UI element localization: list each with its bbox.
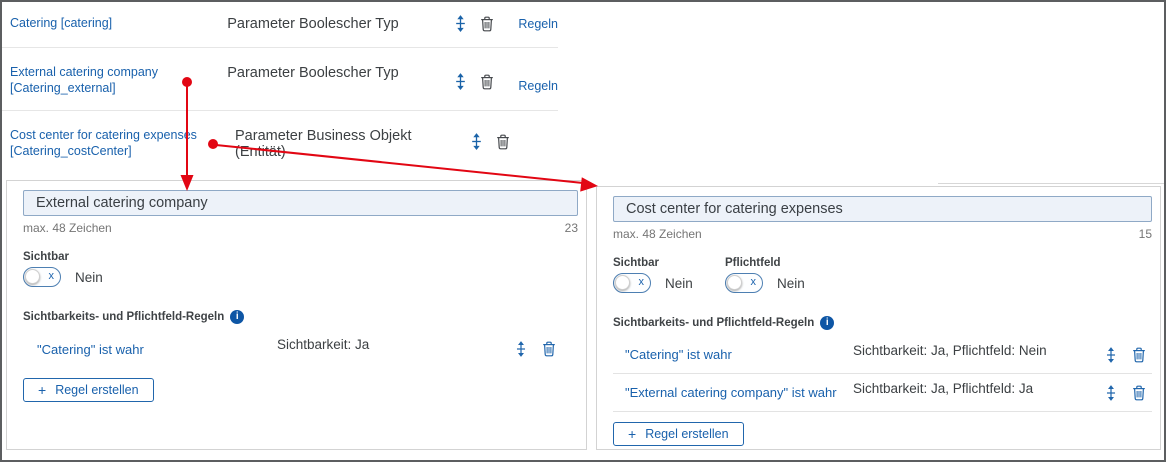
toggle-state-text: Nein <box>75 269 103 285</box>
info-icon[interactable]: i <box>820 315 835 330</box>
create-rule-label: Regel erstellen <box>55 383 139 397</box>
parameter-type-label: Parameter Boolescher Typ <box>227 16 399 32</box>
move-vertical-icon[interactable] <box>453 15 468 32</box>
visible-toggle-label: Sichtbar <box>23 251 70 263</box>
rules-list: "Catering" ist wahr Sichtbarkeit: Ja <box>23 330 578 368</box>
rules-link[interactable]: Regeln <box>518 79 558 93</box>
max-length-hint: max. 48 Zeichen <box>613 227 702 241</box>
info-icon[interactable]: i <box>230 309 245 324</box>
create-rule-label: Regel erstellen <box>645 427 729 441</box>
parameter-row-catering-external: External catering company [Catering_exte… <box>2 48 558 111</box>
plus-icon: + <box>38 382 47 398</box>
rule-effect-text: Sichtbarkeit: Ja, Pflichtfeld: Ja <box>853 381 1034 396</box>
visible-toggle-group: Sichtbar x Nein <box>23 235 135 287</box>
rule-condition-link[interactable]: "Catering" ist wahr <box>37 342 277 357</box>
visible-toggle-label: Sichtbar <box>613 257 660 269</box>
form-builder-window: Catering [catering] Parameter Boolescher… <box>0 0 1166 462</box>
visible-toggle-group: Sichtbar x Nein <box>613 241 725 293</box>
create-rule-button[interactable]: + Regel erstellen <box>613 422 744 446</box>
toggle-knob <box>727 275 742 290</box>
toggle-off-glyph: x <box>638 276 645 289</box>
trash-icon[interactable] <box>542 341 556 357</box>
parameter-type-label: Parameter Business Objekt (Entität) <box>235 128 412 160</box>
parameter-list: Catering [catering] Parameter Boolescher… <box>2 2 558 174</box>
char-count: 15 <box>1138 227 1152 241</box>
toggle-off-glyph: x <box>750 276 757 289</box>
rules-heading: Sichtbarkeits- und Pflichtfeld-Regeln <box>613 316 815 329</box>
rule-effect-text: Sichtbarkeit: Ja <box>277 337 370 352</box>
move-vertical-icon[interactable] <box>1104 384 1118 401</box>
move-vertical-icon[interactable] <box>1104 346 1118 363</box>
parameter-link-catering-external[interactable]: External catering company [Catering_exte… <box>10 64 227 96</box>
visible-toggle[interactable]: x <box>613 273 651 293</box>
parameter-link-catering[interactable]: Catering [catering] <box>10 15 227 31</box>
required-toggle-group: Pflichtfeld x Nein <box>725 241 837 293</box>
move-vertical-icon[interactable] <box>453 73 468 90</box>
rule-effect-text: Sichtbarkeit: Ja, Pflichtfeld: Nein <box>853 343 1047 358</box>
toggle-state-text: Nein <box>665 275 693 291</box>
trash-icon[interactable] <box>480 74 494 90</box>
visible-toggle[interactable]: x <box>23 267 61 287</box>
parameter-link-catering-costcenter[interactable]: Cost center for catering expenses [Cater… <box>10 127 235 159</box>
move-vertical-icon[interactable] <box>469 133 484 150</box>
char-count: 23 <box>564 221 578 235</box>
parameter-type-label: Parameter Boolescher Typ <box>227 65 399 81</box>
rules-heading: Sichtbarkeits- und Pflichtfeld-Regeln <box>23 310 225 323</box>
rule-row: "Catering" ist wahr Sichtbarkeit: Ja, Pf… <box>613 336 1152 374</box>
rule-row: "Catering" ist wahr Sichtbarkeit: Ja <box>23 330 578 368</box>
move-vertical-icon[interactable] <box>514 341 528 357</box>
field-name-input[interactable] <box>613 196 1152 222</box>
trash-icon[interactable] <box>1132 385 1146 401</box>
field-panel-cost-center: max. 48 Zeichen 15 Sichtbar x Nein Pflic… <box>596 186 1161 450</box>
required-toggle-label: Pflichtfeld <box>725 257 781 269</box>
toggle-knob <box>25 269 40 284</box>
field-panel-external-catering-company: max. 48 Zeichen 23 Sichtbar x Nein Si <box>6 180 587 450</box>
divider <box>938 183 1164 184</box>
toggle-state-text: Nein <box>777 275 805 291</box>
toggle-off-glyph: x <box>48 270 55 283</box>
rule-condition-link[interactable]: "External catering company" ist wahr <box>625 385 853 400</box>
toggle-knob <box>615 275 630 290</box>
trash-icon[interactable] <box>480 16 494 32</box>
trash-icon[interactable] <box>496 134 510 150</box>
required-toggle[interactable]: x <box>725 273 763 293</box>
max-length-hint: max. 48 Zeichen <box>23 221 112 235</box>
rule-row: "External catering company" ist wahr Sic… <box>613 374 1152 412</box>
field-name-input[interactable] <box>23 190 578 216</box>
rule-condition-link[interactable]: "Catering" ist wahr <box>625 347 853 362</box>
trash-icon[interactable] <box>1132 347 1146 363</box>
rules-link[interactable]: Regeln <box>518 17 558 31</box>
parameter-row-catering-costcenter: Cost center for catering expenses [Cater… <box>2 111 558 174</box>
parameter-row-catering: Catering [catering] Parameter Boolescher… <box>2 2 558 48</box>
plus-icon: + <box>628 426 637 442</box>
rules-list: "Catering" ist wahr Sichtbarkeit: Ja, Pf… <box>613 336 1152 412</box>
create-rule-button[interactable]: + Regel erstellen <box>23 378 154 402</box>
